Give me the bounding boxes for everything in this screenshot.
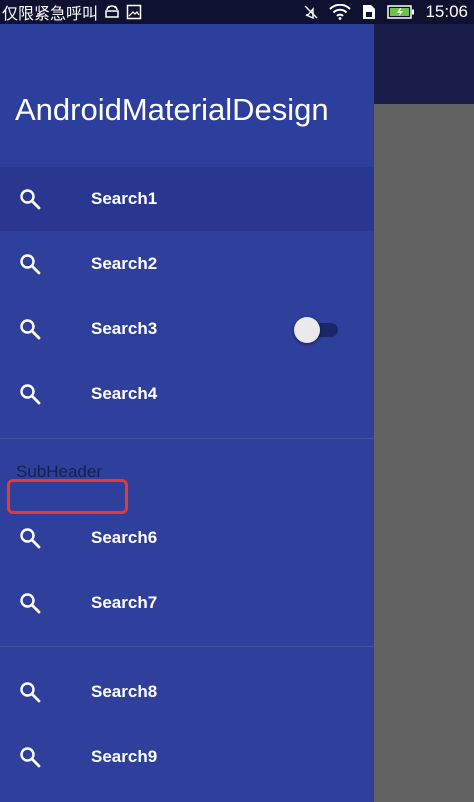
menu-item-search6[interactable]: Search6	[0, 506, 374, 570]
status-bar: 仅限紧急呼叫 15:06	[0, 0, 474, 24]
menu-item-label: Search9	[91, 747, 158, 766]
menu-item-search8[interactable]: Search8	[0, 660, 374, 724]
menu-item-search1[interactable]: Search1	[0, 167, 374, 231]
image-icon	[126, 4, 142, 20]
menu-item-search4[interactable]: Search4	[0, 362, 374, 426]
menu-item-search9[interactable]: Search9	[0, 725, 374, 789]
menu-item-search2[interactable]: Search2	[0, 232, 374, 296]
menu-item-label: Search1	[91, 189, 158, 208]
search-icon	[18, 591, 42, 615]
wifi-icon	[329, 4, 352, 20]
menu-item-label: Search3	[91, 319, 158, 338]
carrier-text: 仅限紧急呼叫	[2, 6, 99, 23]
search-icon	[18, 745, 42, 769]
menu-item-label: Search7	[91, 593, 158, 612]
sim-icon	[361, 4, 377, 20]
search-icon	[18, 382, 42, 406]
menu-item-label: Search8	[91, 682, 158, 701]
search-icon	[18, 252, 42, 276]
search3-toggle-switch[interactable]	[294, 317, 340, 343]
mute-icon	[303, 4, 319, 20]
navigation-drawer: AndroidMaterialDesign Search1 Search2 Se…	[0, 24, 374, 802]
search-icon	[18, 526, 42, 550]
menu-item-search7[interactable]: Search7	[0, 571, 374, 635]
app-toolbar	[374, 24, 474, 104]
search-icon	[18, 680, 42, 704]
drawer-header: AndroidMaterialDesign	[0, 24, 374, 167]
menu-item-label: Search2	[91, 254, 158, 273]
search-icon	[18, 187, 42, 211]
divider	[0, 646, 374, 647]
menu-item-label: Search4	[91, 384, 158, 403]
drawer-scrim[interactable]	[374, 104, 474, 802]
clock-text: 15:06	[425, 2, 468, 21]
battery-charging-icon	[387, 4, 415, 20]
search-icon	[18, 317, 42, 341]
drawer-title: AndroidMaterialDesign	[15, 92, 329, 127]
divider	[0, 438, 374, 439]
switch-thumb	[294, 317, 320, 343]
menu-item-label: Search6	[91, 528, 158, 547]
android-icon	[104, 5, 120, 19]
